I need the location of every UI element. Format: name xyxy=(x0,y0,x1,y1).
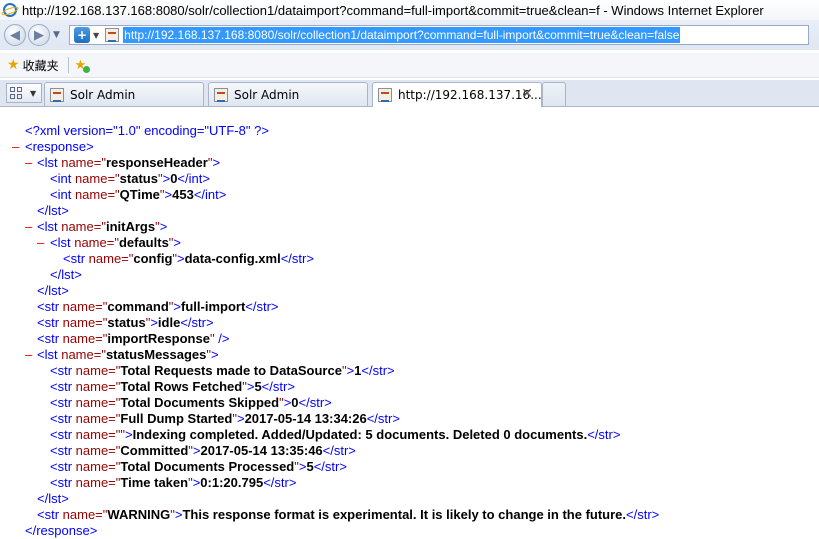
collapse-toggle-icon[interactable]: – xyxy=(12,139,19,155)
address-dropdown-icon[interactable]: ▼ xyxy=(93,31,99,40)
xml-declaration: <?xml version="1.0" encoding="UTF-8" ?> xyxy=(25,123,269,139)
xml-str-line: <str name="Total Documents Skipped">0</s… xyxy=(50,395,332,410)
tab-favicon-icon xyxy=(378,88,392,102)
xml-str-line: <str name="Committed">2017-05-14 13:35:4… xyxy=(50,443,356,458)
xml-lst-open: – <lst name="statusMessages"> xyxy=(25,347,219,363)
quick-tabs-grid-icon xyxy=(10,87,22,99)
add-to-favorites-bar-icon[interactable]: ★ xyxy=(75,58,90,73)
window-title: http://192.168.137.168:8080/solr/collect… xyxy=(22,2,764,18)
text-value: 0:1:20.795 xyxy=(200,475,264,490)
xml-response-open: – <response> xyxy=(12,139,94,155)
tab-solr-admin-2[interactable]: Solr Admin xyxy=(208,82,368,106)
attr-value: Full Dump Started xyxy=(120,411,233,426)
forward-button[interactable]: ▶ xyxy=(28,24,50,46)
tab-favicon-icon xyxy=(50,87,64,102)
xml-str-line: <str name="status">idle</str> xyxy=(37,315,214,330)
attr-value: Time taken xyxy=(120,475,189,490)
attr-value: Total Documents Skipped xyxy=(120,395,280,410)
attr-value: initArgs xyxy=(105,219,156,234)
tag-name: response xyxy=(32,139,87,154)
internet-explorer-icon xyxy=(3,3,17,17)
favorites-button-label[interactable]: 收藏夹 xyxy=(23,57,59,74)
text-value: 453 xyxy=(172,187,194,202)
tab-list-dropdown-icon[interactable]: ▼ xyxy=(30,89,36,98)
attr-value: Total Documents Processed xyxy=(120,459,295,474)
text-value: 5 xyxy=(306,459,314,474)
attr-value: responseHeader xyxy=(105,155,208,170)
back-arrow-icon: ◀ xyxy=(10,27,20,43)
favorites-bar: ★ 收藏夹 ★ xyxy=(0,53,819,78)
quick-tabs-button[interactable]: ▼ xyxy=(6,83,42,103)
attr-value: statusMessages xyxy=(105,347,207,362)
attr-value: Total Requests made to DataSource xyxy=(120,363,342,378)
xml-str-line: <str name="Time taken">0:1:20.795</str> xyxy=(50,475,297,490)
text-value: 2017-05-14 13:34:26 xyxy=(244,411,367,426)
xml-str-line: <str name="config">data-config.xml</str> xyxy=(63,251,314,266)
text-value: 0 xyxy=(291,395,299,410)
xml-str-line: <str name="">Indexing completed. Added/U… xyxy=(50,427,621,442)
text-value: Indexing completed. Added/Updated: 5 doc… xyxy=(132,427,588,442)
tag-name: response xyxy=(36,523,90,538)
xml-str-empty: <str name="importResponse" /> xyxy=(37,331,230,346)
favorites-separator xyxy=(67,57,69,73)
back-button[interactable]: ◀ xyxy=(4,24,26,46)
close-tab-icon[interactable]: ✕ xyxy=(521,86,533,102)
xml-lst-close: </lst> xyxy=(37,283,69,298)
forward-arrow-icon: ▶ xyxy=(34,27,44,43)
text-value: 5 xyxy=(254,379,262,394)
attr-value: importResponse xyxy=(107,331,210,346)
xml-lst-close: </lst> xyxy=(37,203,69,218)
xml-lst-close: </lst> xyxy=(50,267,82,282)
attr-value: status xyxy=(119,171,158,186)
text-value: full-import xyxy=(181,299,246,314)
text-value: data-config.xml xyxy=(184,251,281,266)
window-title-bar: http://192.168.137.168:8080/solr/collect… xyxy=(0,0,819,20)
attr-value: WARNING xyxy=(107,507,171,522)
attr-value: Total Rows Fetched xyxy=(120,379,243,394)
xml-response-close: </response> xyxy=(25,523,98,538)
xml-str-line: <str name="Total Rows Fetched">5</str> xyxy=(50,379,295,394)
collapse-toggle-icon[interactable]: – xyxy=(37,235,44,251)
xml-int-line: <int name="QTime">453</int> xyxy=(50,187,227,202)
page-favicon-icon xyxy=(105,28,120,42)
recent-pages-dropdown[interactable]: ▼ xyxy=(53,30,63,40)
text-value: This response format is experimental. It… xyxy=(182,507,627,522)
favorites-star-icon[interactable]: ★ xyxy=(7,57,20,73)
new-tab-button[interactable] xyxy=(542,82,566,106)
attr-value: status xyxy=(107,315,146,330)
tab-label: Solr Admin xyxy=(70,87,136,102)
xml-lst-open: – <lst name="initArgs"> xyxy=(25,219,168,235)
xml-str-line: <str name="command">full-import</str> xyxy=(37,299,279,314)
xml-declaration-text: <?xml version="1.0" encoding="UTF-8" ?> xyxy=(25,123,269,138)
address-bar[interactable]: + ▼ http://192.168.137.168:8080/solr/col… xyxy=(69,25,809,45)
xml-str-line: <str name="Total Documents Processed">5<… xyxy=(50,459,347,474)
xml-str-line: <str name="WARNING">This response format… xyxy=(37,507,660,522)
add-to-favorites-shield-icon[interactable]: + xyxy=(74,27,90,43)
text-value: idle xyxy=(157,315,181,330)
xml-str-line: <str name="Total Requests made to DataSo… xyxy=(50,363,395,378)
collapse-toggle-icon[interactable]: – xyxy=(25,347,32,363)
xml-lst-close: </lst> xyxy=(37,491,69,506)
url-text[interactable]: http://192.168.137.168:8080/solr/collect… xyxy=(123,27,681,43)
xml-lst-open: – <lst name="defaults"> xyxy=(37,235,182,251)
tab-favicon-icon xyxy=(214,87,228,102)
attr-value: command xyxy=(107,299,169,314)
tab-bar: ▼ Solr Admin Solr Admin http://192.168.1… xyxy=(0,80,819,107)
attr-value: defaults xyxy=(118,235,169,250)
attr-value: Committed xyxy=(120,443,189,458)
tab-dataimport-active[interactable]: http://192.168.137.16... ✕ xyxy=(372,82,542,107)
page-content: <?xml version="1.0" encoding="UTF-8" ?> … xyxy=(0,107,819,538)
collapse-toggle-icon[interactable]: – xyxy=(25,219,32,235)
xml-lst-open: – <lst name="responseHeader"> xyxy=(25,155,221,171)
tab-label: Solr Admin xyxy=(234,87,300,102)
attr-value: config xyxy=(133,251,173,266)
xml-int-line: <int name="status">0</int> xyxy=(50,171,210,186)
navigation-bar: ◀ ▶ ▼ + ▼ http://192.168.137.168:8080/so… xyxy=(0,20,819,50)
collapse-toggle-icon[interactable]: – xyxy=(25,155,32,171)
xml-str-line: <str name="Full Dump Started">2017-05-14… xyxy=(50,411,400,426)
text-value: 2017-05-14 13:35:46 xyxy=(200,443,323,458)
tab-label: http://192.168.137.16... xyxy=(398,88,542,102)
attr-value: QTime xyxy=(119,187,160,202)
tab-solr-admin-1[interactable]: Solr Admin xyxy=(44,82,204,106)
